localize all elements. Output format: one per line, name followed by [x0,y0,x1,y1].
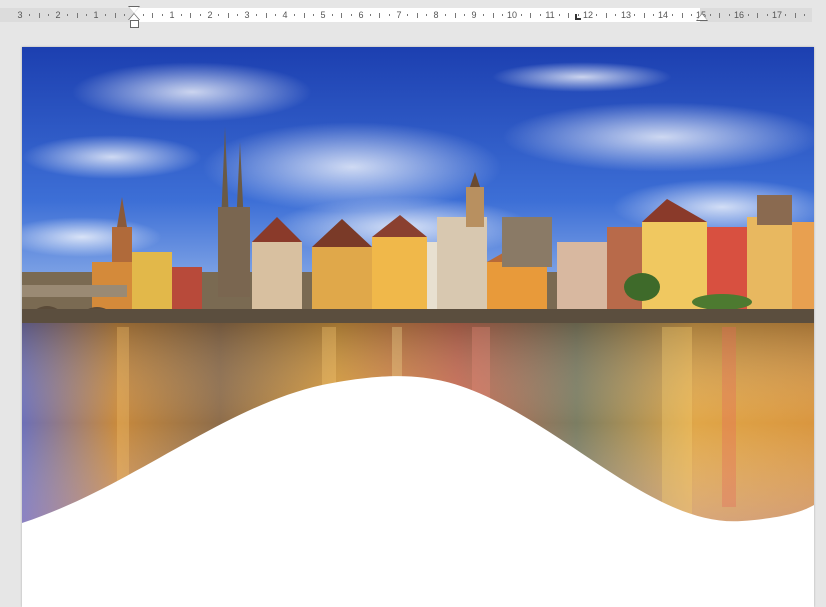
document-page[interactable] [22,47,814,607]
ruler-tick [492,13,494,18]
ruler-tick [709,14,711,16]
ruler-tick [48,14,50,16]
ruler-number: 4 [282,10,288,20]
ruler-tick [804,14,806,16]
ruler-tick [690,14,692,16]
ruler-tick [643,13,645,18]
ruler-tick [672,14,673,16]
ruler-tick [86,14,88,16]
ruler-number: 2 [55,10,61,20]
ruler-tick [785,14,787,16]
horizontal-ruler[interactable]: 3 2 1 1 2 3 4 5 6 7 8 9 10 11 12 13 14 1… [0,0,826,28]
ruler-tick [275,14,277,16]
embankment [22,309,814,323]
ruler-tick [190,13,192,18]
ruler-tick [483,14,484,16]
ruler-tick [728,14,730,16]
ruler-tick [757,13,759,18]
ruler-tick [341,13,343,18]
ruler-number: 11 [545,10,555,20]
ruler-tick [766,14,768,16]
ruler-number: 13 [620,10,632,20]
ruler-tick [303,13,305,18]
ruler-number: 10 [506,10,518,20]
ruler-tick [67,14,69,16]
ruler-tick [520,14,522,16]
ruler-tick [29,14,31,16]
ruler-tick [161,14,163,16]
ruler-tick [388,14,390,16]
ruler-tick [312,14,314,16]
ruler-number: 16 [733,10,745,20]
ruler-number: 14 [657,10,669,20]
ruler-tick [407,14,409,16]
ruler-tick [76,13,78,18]
ruler-tick [369,14,371,16]
right-indent-marker[interactable] [697,14,707,20]
left-indent-marker[interactable] [130,20,139,28]
ruler-tick [294,14,295,16]
ruler-tick [530,13,532,18]
ruler-tick [445,14,447,16]
ruler-tick [634,14,636,16]
ruler-tick [605,13,607,18]
ruler-tick [114,13,116,18]
ruler-tick [350,14,352,16]
ruler-tick [464,14,466,16]
ruler-tick [416,13,418,18]
ruler-tick [719,13,721,18]
ruler-tick [199,14,201,16]
ruler-tick [227,13,229,18]
ruler-number: 8 [433,10,439,20]
ruler-tick [142,14,144,16]
ruler-tick [558,14,560,16]
ruler-number: 5 [320,10,326,20]
ruler-tick [747,14,749,16]
ruler-tick [653,14,655,16]
ruler-number: 1 [93,10,99,20]
ruler-number: 3 [244,10,250,20]
ruler-tick [454,13,456,18]
ruler-tick [218,14,220,16]
ruler-tick [180,14,182,16]
ruler-number: 1 [169,10,175,20]
ruler-number: 6 [358,10,364,20]
ruler-tick [265,13,267,18]
ruler-tick [426,14,428,16]
ruler-number: 3 [17,10,23,20]
ruler-tick [38,13,40,18]
ruler-number: 17 [771,10,783,20]
ruler-tick [152,13,154,18]
ruler-tick [379,13,381,18]
ruler-number: 12 [582,10,594,20]
header-image[interactable] [22,47,814,607]
ruler-tick [568,13,570,18]
ruler-tick [596,14,598,16]
ruler-number: 2 [207,10,213,20]
ruler-tick [501,14,503,16]
ruler-number: 7 [396,10,402,20]
ruler-number: 9 [471,10,477,20]
ruler-tick [794,13,796,18]
ruler-tick [615,14,617,16]
ruler-tick [681,13,683,18]
ruler-tick [237,14,239,16]
ruler-tick [539,14,541,16]
left-tab-stop-icon[interactable] [575,14,581,20]
ruler-tick [105,14,106,16]
ruler-tick [331,14,333,16]
ruler-tick [123,14,125,16]
ruler-tick [256,14,258,16]
